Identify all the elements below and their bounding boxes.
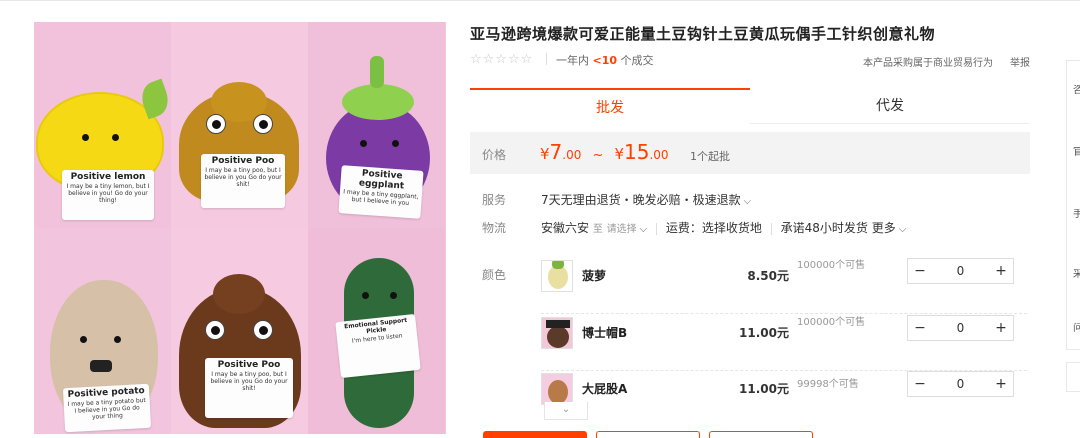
- rating-stars-icon: ☆☆☆☆☆: [470, 52, 534, 67]
- top-divider: [0, 0, 1080, 4]
- potato-bowtie: [90, 360, 112, 372]
- quantity-input[interactable]: 0: [932, 372, 989, 396]
- increase-button[interactable]: +: [989, 316, 1013, 340]
- sku-stock: 99998个可售: [797, 379, 859, 390]
- card-poo-2: Positive Poo I may be a tiny poo, but I …: [205, 358, 293, 418]
- sku-price: 11.00元: [739, 382, 789, 396]
- image-tile-poo-2: Positive Poo I may be a tiny poo, but I …: [171, 228, 308, 434]
- logistics-label: 物流: [482, 221, 507, 235]
- sku-thumbnail[interactable]: [541, 317, 573, 349]
- sidebar-item-consult[interactable]: 咨: [1073, 85, 1080, 97]
- divider: [546, 53, 547, 65]
- floating-sidebar: 咨 官 手 采 问: [1066, 60, 1080, 350]
- trade-statement: 本产品采购属于商业贸易行为: [863, 58, 993, 69]
- card-lemon: Positive lemon I may be a tiny lemon, bu…: [62, 170, 154, 220]
- chevron-down-icon: ⌵: [743, 196, 752, 207]
- logistics-row: 安徽六安 至 请选择 ⌵ 运费：选择收货地 承诺48小时发货 更多 ⌵: [541, 221, 907, 235]
- product-main-image[interactable]: Positive lemon I may be a tiny lemon, bu…: [34, 22, 446, 434]
- quantity-stepper: − 0 +: [907, 371, 1014, 397]
- sales-summary: 一年内 <10 个成交: [556, 54, 654, 67]
- service-guarantees[interactable]: 7天无理由退货・晚发必赔・极速退款 ⌵: [541, 191, 751, 208]
- sku-price: 8.50元: [747, 269, 789, 283]
- poo2-top: [213, 274, 265, 314]
- sku-name: 大屁股A: [582, 382, 628, 396]
- decrease-button[interactable]: −: [908, 372, 932, 396]
- card-poo-1: Positive Poo I may be a tiny poo, but I …: [201, 154, 285, 208]
- purchase-mode-tabs: 批发 代发: [470, 88, 1030, 124]
- sku-thumbnail[interactable]: [541, 260, 573, 292]
- sidebar-item-purchase[interactable]: 采: [1073, 269, 1080, 281]
- increase-button[interactable]: +: [989, 259, 1013, 283]
- decrease-button[interactable]: −: [908, 316, 932, 340]
- sku-thumbnail[interactable]: [541, 373, 573, 405]
- card-eggplant: Positive eggplant I may be a tiny eggpla…: [338, 165, 424, 219]
- eggplant-cap: [342, 84, 414, 120]
- sku-row: 大屁股A 11.00元 99998个可售 − 0 +: [541, 371, 1027, 427]
- decrease-button[interactable]: −: [908, 259, 932, 283]
- quantity-input[interactable]: 0: [932, 259, 989, 283]
- chevron-down-icon[interactable]: ⌵: [899, 224, 907, 235]
- sku-row: 博士帽B 11.00元 100000个可售 − 0 +: [541, 315, 1027, 371]
- quantity-stepper: − 0 +: [907, 315, 1014, 341]
- image-tile-pickle: Emotional Support Pickle I'm here to lis…: [308, 228, 445, 434]
- min-order-qty: 1个起批: [690, 150, 730, 163]
- product-title: 亚马逊跨境爆款可爱正能量土豆钩针土豆黄瓜玩偶手工针织创意礼物: [470, 25, 936, 43]
- expand-skus-chevron-down-icon[interactable]: ⌄: [544, 402, 588, 420]
- destination-select[interactable]: 请选择: [607, 224, 637, 235]
- image-tile-lemon: Positive lemon I may be a tiny lemon, bu…: [34, 22, 174, 228]
- ship-origin: 安徽六安: [541, 221, 590, 235]
- service-label: 服务: [482, 193, 507, 207]
- image-tile-eggplant: Positive eggplant I may be a tiny eggpla…: [308, 22, 445, 228]
- secondary-action-button[interactable]: [709, 431, 813, 438]
- chevron-down-icon[interactable]: ⌵: [640, 224, 648, 235]
- ship-promise: 承诺48小时发货: [780, 221, 868, 235]
- price-range: ¥7.00 ~ ¥15.00: [540, 140, 669, 164]
- sku-row: 菠萝 8.50元 100000个可售 − 0 +: [541, 258, 1027, 314]
- image-tile-potato: Positive potato I may be a tiny potato b…: [34, 228, 171, 434]
- price-bar: 价格 ¥7.00 ~ ¥15.00 1个起批: [470, 132, 1030, 174]
- sku-name: 菠萝: [582, 269, 607, 283]
- price-label: 价格: [482, 148, 507, 162]
- quantity-stepper: − 0 +: [907, 258, 1014, 284]
- report-link[interactable]: 举报: [1010, 54, 1030, 69]
- tab-wholesale[interactable]: 批发: [470, 88, 750, 124]
- sku-stock: 100000个可售: [797, 317, 866, 328]
- shipping-fee: 运费：选择收货地: [665, 221, 762, 235]
- buy-now-button[interactable]: [483, 431, 587, 438]
- sidebar-item-mobile[interactable]: 手: [1073, 209, 1080, 221]
- tab-dropship[interactable]: 代发: [750, 88, 1030, 124]
- sidebar-item-official[interactable]: 官: [1073, 147, 1080, 159]
- sku-price: 11.00元: [739, 326, 789, 340]
- increase-button[interactable]: +: [989, 372, 1013, 396]
- eggplant-stem: [370, 56, 384, 88]
- sku-stock: 100000个可售: [797, 260, 866, 271]
- add-to-cart-button[interactable]: [596, 431, 700, 438]
- card-potato: Positive potato I may be a tiny potato b…: [62, 383, 152, 433]
- sku-name: 博士帽B: [582, 326, 628, 340]
- image-tile-poo-1: Positive Poo I may be a tiny poo, but I …: [171, 22, 308, 228]
- more-link[interactable]: 更多: [872, 221, 896, 235]
- card-pickle: Emotional Support Pickle I'm here to lis…: [335, 313, 421, 379]
- color-label: 颜色: [482, 268, 507, 282]
- sales-count: <10: [592, 54, 618, 67]
- back-to-top-button[interactable]: [1066, 362, 1080, 392]
- sidebar-item-question[interactable]: 问: [1073, 323, 1080, 335]
- quantity-input[interactable]: 0: [932, 316, 989, 340]
